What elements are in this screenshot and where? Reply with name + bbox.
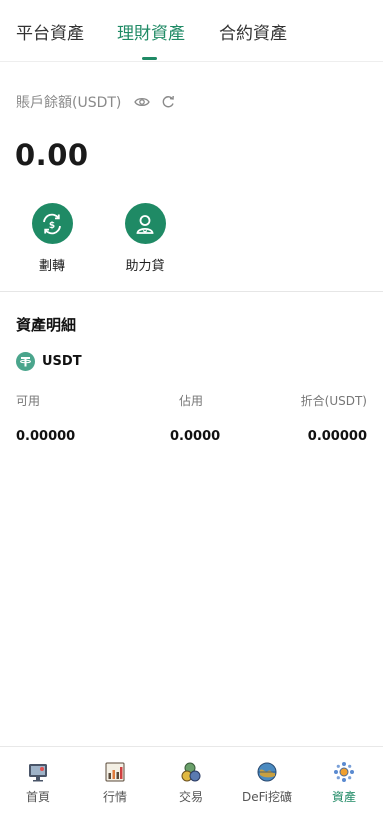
nav-label-assets: 資產 (331, 790, 356, 804)
coin-name: USDT (42, 354, 82, 369)
eye-icon[interactable] (134, 94, 151, 110)
nav-label-defi: DeFi挖礦 (242, 790, 292, 804)
defi-globe-icon (257, 762, 277, 782)
section-divider (0, 291, 383, 292)
coin-row[interactable]: USDT (16, 352, 82, 371)
refresh-icon[interactable] (161, 95, 175, 109)
loan-person-icon (124, 203, 166, 244)
assets-icon (334, 762, 354, 782)
nav-item-market[interactable]: 行情 (77, 761, 153, 805)
balance-label: 賬戶餘額(USDT) (16, 95, 122, 111)
transfer-label: 劃轉 (38, 259, 65, 274)
asset-details-title: 資產明細 (16, 316, 77, 334)
asset-tabs: 平台資產 理財資產 合約資產 (0, 0, 383, 62)
tab-contract-assets[interactable]: 合約資產 (219, 19, 287, 44)
nav-item-defi[interactable]: DeFi挖礦 (229, 761, 305, 805)
balance-label-row: 賬戶餘額(USDT) (16, 92, 175, 112)
available-value: 0.00000 (16, 429, 76, 444)
active-tab-indicator (142, 57, 157, 60)
bottom-nav: 首頁 行情 交易 DeFi挖礦 資產 (0, 746, 383, 827)
nav-item-home[interactable]: 首頁 (0, 761, 76, 805)
column-occupied-header: 佔用 (179, 394, 204, 408)
column-equivalent-header: 折合(USDT) (300, 394, 367, 408)
svg-text:$: $ (49, 221, 55, 231)
loan-label: 助力貸 (125, 259, 165, 274)
occupied-value: 0.0000 (170, 429, 221, 444)
trade-coins-icon (181, 762, 201, 782)
nav-item-assets[interactable]: 資產 (306, 761, 382, 805)
column-available-header: 可用 (16, 394, 41, 408)
exchange-icon: $ (31, 203, 73, 244)
transfer-button[interactable]: $ 劃轉 (22, 203, 82, 274)
nav-label-home: 首頁 (25, 790, 50, 804)
equivalent-value: 0.00000 (307, 429, 367, 444)
tether-icon (16, 352, 35, 371)
tab-platform-assets[interactable]: 平台資產 (16, 19, 84, 44)
nav-label-market: 行情 (102, 790, 127, 804)
nav-item-trade[interactable]: 交易 (153, 761, 229, 805)
home-icon (29, 764, 47, 782)
market-chart-icon (105, 762, 125, 782)
balance-value: 0.00 (15, 138, 89, 172)
tab-wealth-assets[interactable]: 理財資產 (117, 19, 185, 44)
loan-button[interactable]: 助力貸 (115, 203, 175, 274)
nav-label-trade: 交易 (178, 790, 203, 804)
